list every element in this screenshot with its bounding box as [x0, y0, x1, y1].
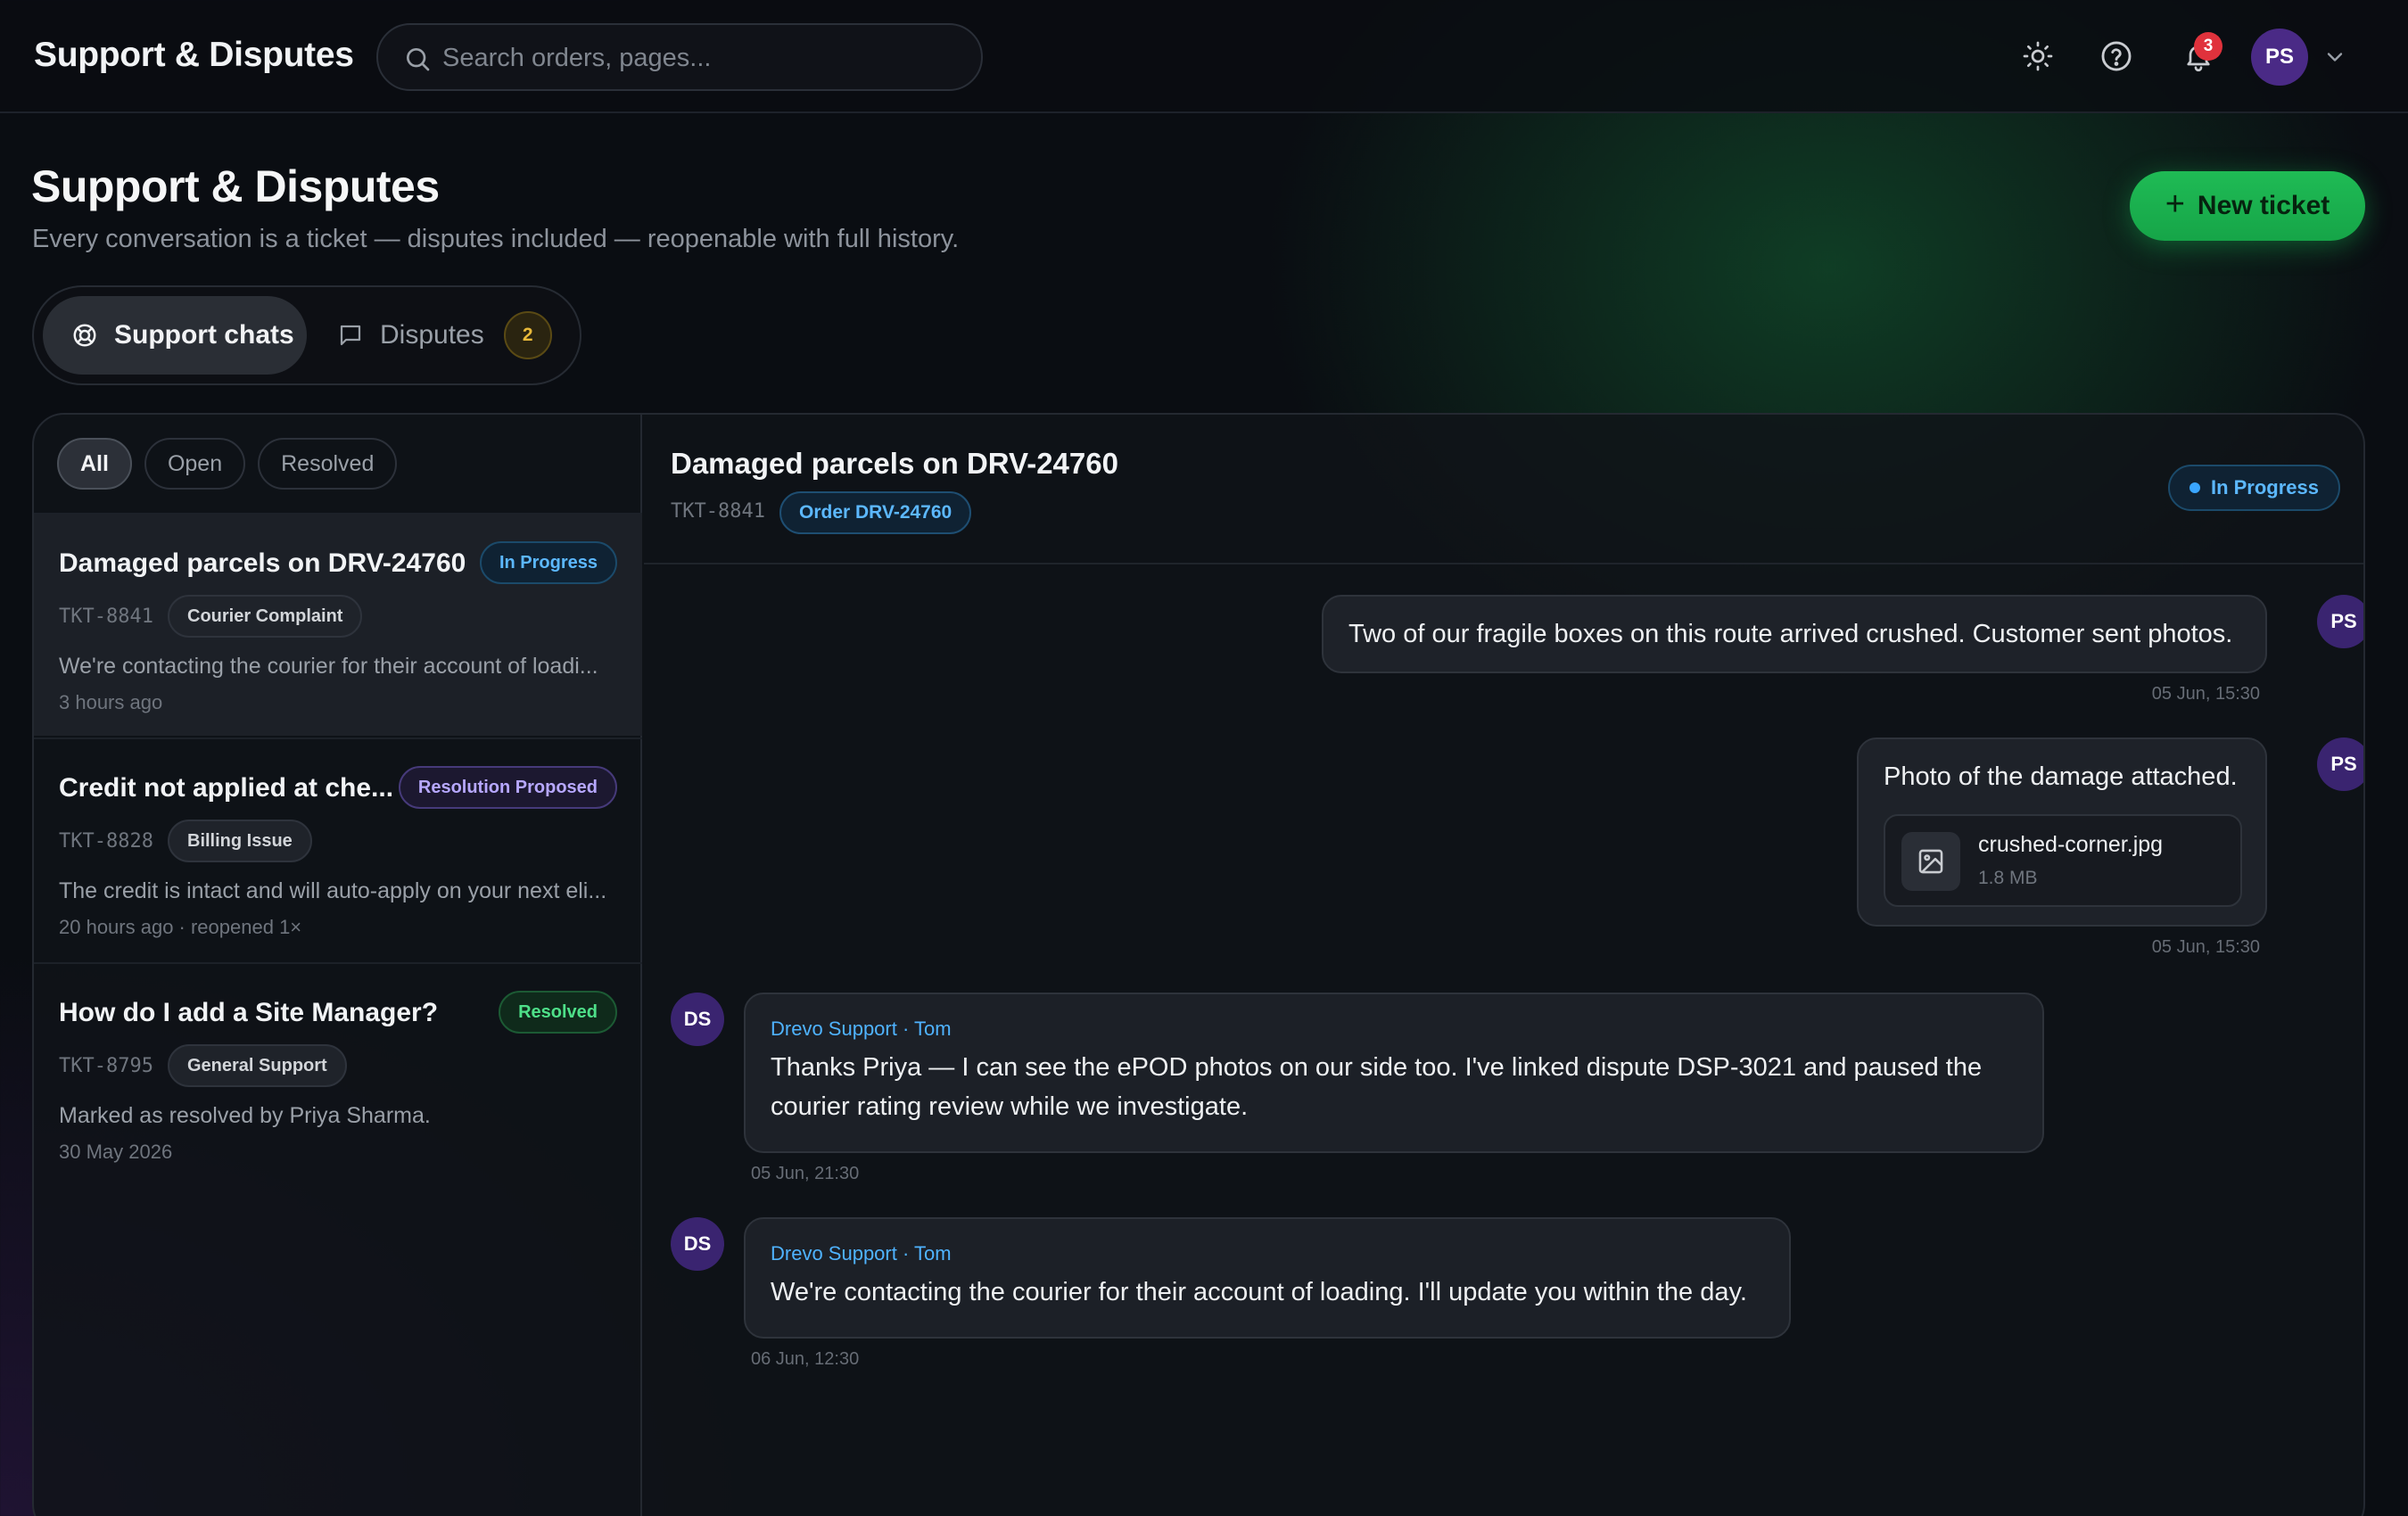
- tab-disputes-label: Disputes: [380, 320, 484, 350]
- app-title: Support & Disputes: [34, 36, 354, 74]
- filter-all[interactable]: All: [57, 438, 132, 490]
- tab-support-chats[interactable]: Support chats: [43, 296, 307, 375]
- chat-status-badge: In Progress: [2167, 465, 2340, 511]
- search-input[interactable]: [442, 37, 960, 78]
- message-content: Drevo Support · Tom Thanks Priya — I can…: [771, 1018, 2019, 1126]
- ticket-category-tag: Courier Complaint: [168, 595, 363, 638]
- disputes-count-badge: 2: [503, 311, 552, 359]
- notification-count-badge: 3: [2194, 32, 2222, 61]
- help-icon: [2101, 41, 2132, 71]
- message-text: Thanks Priya — I can see the ePOD photos…: [771, 1053, 1983, 1121]
- ticket-category-tag: Billing Issue: [168, 820, 312, 862]
- page-title: Support & Disputes: [31, 161, 440, 211]
- page-subtitle: Every conversation is a ticket — dispute…: [32, 225, 960, 253]
- ticket-preview: We're contacting the courier for their a…: [59, 654, 598, 679]
- chat-header: Damaged parcels on DRV-24760 TKT-8841 Or…: [644, 415, 2363, 564]
- ticket-preview: The credit is intact and will auto-apply…: [59, 878, 607, 903]
- ticket-id: TKT-8841: [59, 606, 153, 628]
- filter-open[interactable]: Open: [144, 438, 246, 490]
- tab-disputes[interactable]: Disputes 2: [319, 296, 569, 375]
- avatar: PS: [2317, 737, 2363, 791]
- avatar: DS: [671, 993, 724, 1046]
- chat-ticket-id: TKT-8841: [671, 500, 765, 523]
- order-link-chip[interactable]: Order DRV-24760: [779, 491, 972, 534]
- user-avatar[interactable]: PS: [2251, 29, 2308, 86]
- help-button[interactable]: [2096, 36, 2137, 77]
- message-text: Two of our fragile boxes on this route a…: [1348, 620, 2233, 648]
- ticket-status-badge: Resolution Proposed: [398, 766, 617, 809]
- message-text: We're contacting the courier for their a…: [771, 1278, 1747, 1306]
- ticket-time: 30 May 2026: [59, 1141, 173, 1163]
- plus-icon: +: [2165, 185, 2185, 223]
- message-text: Photo of the damage attached.: [1884, 762, 2238, 791]
- ticket-status-badge: In Progress: [479, 541, 617, 584]
- new-ticket-label: New ticket: [2197, 191, 2330, 220]
- attachment-filesize: 1.8 MB: [1978, 868, 2038, 888]
- ticket-time: 20 hours ago · reopened 1×: [59, 916, 302, 938]
- message-bubble: Drevo Support · Tom Thanks Priya — I can…: [744, 993, 2044, 1153]
- ticket-list-item[interactable]: Damaged parcels on DRV-24760 In Progress…: [34, 513, 642, 736]
- message-bubble: Two of our fragile boxes on this route a…: [1322, 595, 2267, 673]
- message-bubble: Photo of the damage attached. crushed-co…: [1857, 737, 2267, 927]
- status-dot-icon: [2189, 482, 2200, 493]
- avatar: PS: [2317, 595, 2363, 648]
- message-time: 05 Jun, 15:30: [2151, 684, 2260, 704]
- message-time: 05 Jun, 15:30: [2151, 937, 2260, 957]
- ticket-time: 3 hours ago: [59, 691, 163, 713]
- ticket-list-item[interactable]: How do I add a Site Manager? Resolved TK…: [34, 962, 642, 1185]
- sun-icon: [2023, 41, 2053, 71]
- chevron-down-icon[interactable]: [2322, 45, 2347, 70]
- tickets-panel: All Open Resolved Damaged parcels on DRV…: [32, 413, 2365, 1516]
- ticket-id: TKT-8795: [59, 1055, 153, 1077]
- ticket-id: TKT-8828: [59, 830, 153, 853]
- ticket-title: Damaged parcels on DRV-24760: [59, 548, 466, 578]
- chat-pane: Damaged parcels on DRV-24760 TKT-8841 Or…: [644, 415, 2363, 1516]
- filter-resolved[interactable]: Resolved: [258, 438, 398, 490]
- theme-toggle-button[interactable]: [2017, 36, 2058, 77]
- ticket-list: All Open Resolved Damaged parcels on DRV…: [34, 415, 642, 1516]
- ticket-category-tag: General Support: [168, 1044, 347, 1087]
- top-bar: Support & Disputes 3 PS: [0, 0, 2408, 113]
- ticket-list-item[interactable]: Credit not applied at che... Resolution …: [34, 737, 642, 960]
- attachment-card[interactable]: crushed-corner.jpg 1.8 MB: [1884, 814, 2242, 907]
- ticket-status-badge: Resolved: [499, 991, 617, 1034]
- chat-status-label: In Progress: [2210, 476, 2319, 498]
- search-icon: [407, 48, 430, 71]
- tab-bar: Support chats Disputes 2: [32, 285, 581, 385]
- message-bubble: Drevo Support · Tom We're contacting the…: [744, 1217, 1791, 1339]
- new-ticket-button[interactable]: + New ticket: [2130, 171, 2365, 241]
- ticket-title: How do I add a Site Manager?: [59, 998, 439, 1027]
- message-content: Drevo Support · Tom We're contacting the…: [771, 1242, 1769, 1312]
- message-sender: Drevo Support · Tom: [771, 1018, 952, 1040]
- attachment-filename: crushed-corner.jpg: [1978, 832, 2164, 857]
- tab-support-label: Support chats: [114, 320, 294, 350]
- ticket-title: Credit not applied at che...: [59, 773, 394, 803]
- message-square-icon: [340, 325, 361, 346]
- chat-title: Damaged parcels on DRV-24760: [671, 447, 1118, 480]
- message-time: 06 Jun, 12:30: [751, 1349, 860, 1369]
- ticket-preview: Marked as resolved by Priya Sharma.: [59, 1103, 431, 1128]
- image-icon: [1901, 832, 1960, 891]
- message-time: 05 Jun, 21:30: [751, 1164, 860, 1183]
- lifebuoy-icon: [73, 324, 96, 347]
- status-filter: All Open Resolved: [57, 438, 398, 490]
- avatar: DS: [671, 1217, 724, 1271]
- search-box[interactable]: [376, 23, 983, 91]
- message-sender: Drevo Support · Tom: [771, 1242, 952, 1265]
